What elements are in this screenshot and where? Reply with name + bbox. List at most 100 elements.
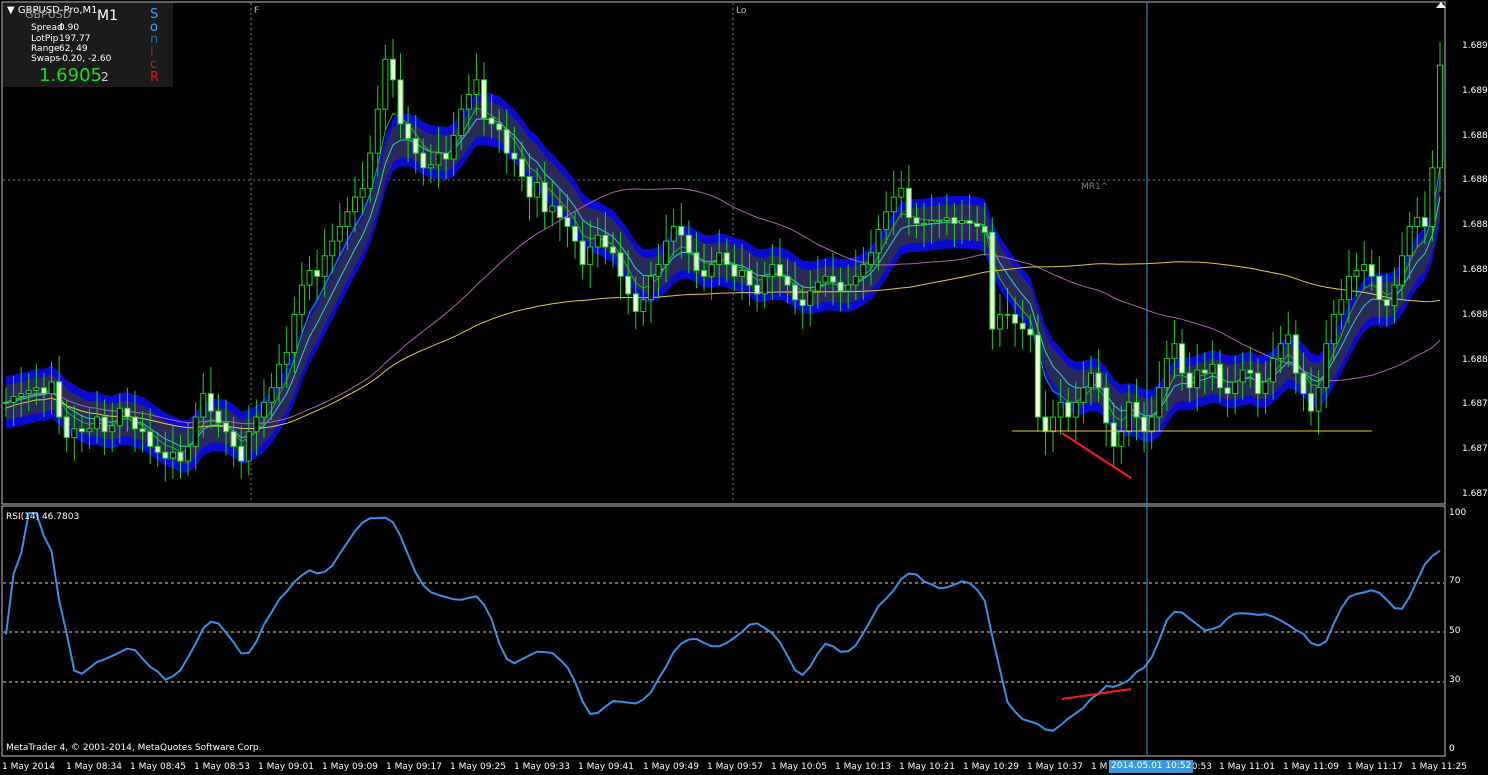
candle-body bbox=[488, 117, 495, 125]
candle-body bbox=[1194, 369, 1201, 389]
candle-body bbox=[223, 422, 230, 433]
candle-body bbox=[769, 264, 776, 277]
time-axis-label: 1 May 11:17 bbox=[1347, 762, 1403, 772]
candle-body bbox=[845, 284, 852, 292]
price-axis-label: 1.68915 bbox=[1462, 41, 1488, 51]
spread-value: 0.90 bbox=[59, 23, 80, 33]
vline-label-lo: Lo bbox=[736, 6, 747, 16]
time-axis-label: 1 May 10:21 bbox=[899, 762, 955, 772]
time-axis-label: 1 May 09:49 bbox=[643, 762, 699, 772]
candle-body bbox=[215, 410, 222, 424]
rsi-axis-label: 30 bbox=[1449, 675, 1461, 685]
candle-body bbox=[427, 164, 434, 169]
swaps-row: Swaps -0.20, -2.60 bbox=[31, 54, 111, 64]
time-axis-label: 1 May 09:25 bbox=[450, 762, 506, 772]
candle-body bbox=[670, 225, 677, 242]
candle-body bbox=[655, 264, 662, 277]
candle-body bbox=[936, 220, 943, 223]
candle-body bbox=[587, 246, 594, 266]
rsi-indicator-label: RSI(14) 46.7803 bbox=[6, 512, 80, 522]
chart-frame[interactable] bbox=[0, 0, 1488, 775]
candle-body bbox=[602, 234, 609, 248]
candle-body bbox=[40, 387, 47, 395]
candle-body bbox=[685, 234, 692, 254]
candle-body bbox=[63, 416, 70, 439]
candle-body bbox=[25, 390, 32, 395]
candle-body bbox=[1072, 401, 1079, 418]
candle-body bbox=[807, 290, 814, 307]
time-axis-label: 1 May 08:45 bbox=[130, 762, 186, 772]
candle-body bbox=[131, 416, 138, 430]
candle-body bbox=[1383, 299, 1390, 307]
symbol-info-panel: ▼ GBPUSD-Pro,M1 GBPUSD M1 Spread 0.90 Lot… bbox=[3, 3, 173, 87]
candle-body bbox=[1095, 372, 1102, 389]
candle-body bbox=[291, 313, 298, 354]
price-axis-label: 1.68885 bbox=[1462, 130, 1488, 141]
candle-body bbox=[71, 428, 78, 439]
candle-body bbox=[1186, 372, 1193, 389]
candle-body bbox=[898, 187, 905, 198]
candle-body bbox=[1414, 217, 1421, 227]
candle-body bbox=[344, 211, 351, 227]
candle-body bbox=[883, 211, 890, 230]
candle-body bbox=[1391, 284, 1398, 307]
candle-body bbox=[981, 225, 988, 233]
crosshair-time-label: 2014.05.01 10:52 bbox=[1109, 760, 1194, 773]
candle-body bbox=[814, 281, 821, 292]
candle-body bbox=[192, 416, 199, 447]
candle-body bbox=[959, 220, 965, 225]
candle-body bbox=[352, 196, 359, 213]
candle-body bbox=[723, 252, 730, 266]
candle-body bbox=[943, 217, 950, 222]
candle-body bbox=[1239, 369, 1246, 383]
grid-lines bbox=[3, 3, 1444, 683]
candle-body bbox=[776, 264, 783, 277]
candle-body bbox=[169, 451, 176, 459]
candle-body bbox=[632, 293, 639, 312]
spread-row: Spread 0.90 bbox=[31, 23, 79, 33]
candle-body bbox=[1019, 322, 1026, 330]
candle-body bbox=[147, 431, 154, 447]
candle-body bbox=[921, 223, 928, 226]
candle-body bbox=[1437, 64, 1443, 169]
candle-body bbox=[1292, 334, 1299, 374]
time-axis-label: 1 May 2014 bbox=[2, 762, 55, 772]
candle-body bbox=[1399, 255, 1406, 286]
candle-body bbox=[708, 264, 715, 277]
candle-body bbox=[1308, 393, 1315, 412]
candle-body bbox=[473, 79, 480, 96]
time-axis-label: 1 May 11:09 bbox=[1283, 762, 1339, 772]
candle-body bbox=[56, 381, 63, 418]
spread-label: Spread bbox=[31, 23, 63, 33]
candle-body bbox=[443, 152, 450, 160]
candle-body bbox=[245, 431, 252, 462]
candle-body bbox=[1133, 401, 1140, 418]
candle-body bbox=[1285, 334, 1292, 345]
dropdown-triangle-icon[interactable]: ▼ bbox=[7, 5, 18, 16]
candle-body bbox=[511, 152, 518, 160]
price-axis-label: 1.68900 bbox=[1462, 85, 1488, 96]
candle-body bbox=[18, 393, 25, 398]
candle-body bbox=[1270, 357, 1277, 383]
candle-body bbox=[109, 425, 116, 433]
candle-body bbox=[1027, 328, 1034, 336]
candle-body bbox=[405, 123, 412, 139]
time-axis-label: 1 May 09:41 bbox=[578, 762, 634, 772]
candle-body bbox=[1315, 387, 1322, 412]
candle-body bbox=[1368, 264, 1375, 277]
candle-body bbox=[1353, 269, 1360, 277]
candle-body bbox=[1004, 313, 1011, 316]
candle-body bbox=[1216, 363, 1223, 389]
candle-body bbox=[609, 246, 616, 254]
candle-body bbox=[10, 396, 17, 403]
candle-body bbox=[139, 428, 146, 433]
candle-body bbox=[572, 225, 579, 242]
mr1-label: MR1^ bbox=[1081, 182, 1109, 192]
rsi-axis-label: 100 bbox=[1449, 508, 1467, 518]
candle-body bbox=[207, 393, 214, 412]
candle-body bbox=[1057, 401, 1064, 418]
time-axis-label: 1 M bbox=[1091, 762, 1108, 772]
candle-body bbox=[94, 416, 101, 430]
candle-body bbox=[830, 275, 837, 283]
candle-body bbox=[1323, 343, 1330, 389]
